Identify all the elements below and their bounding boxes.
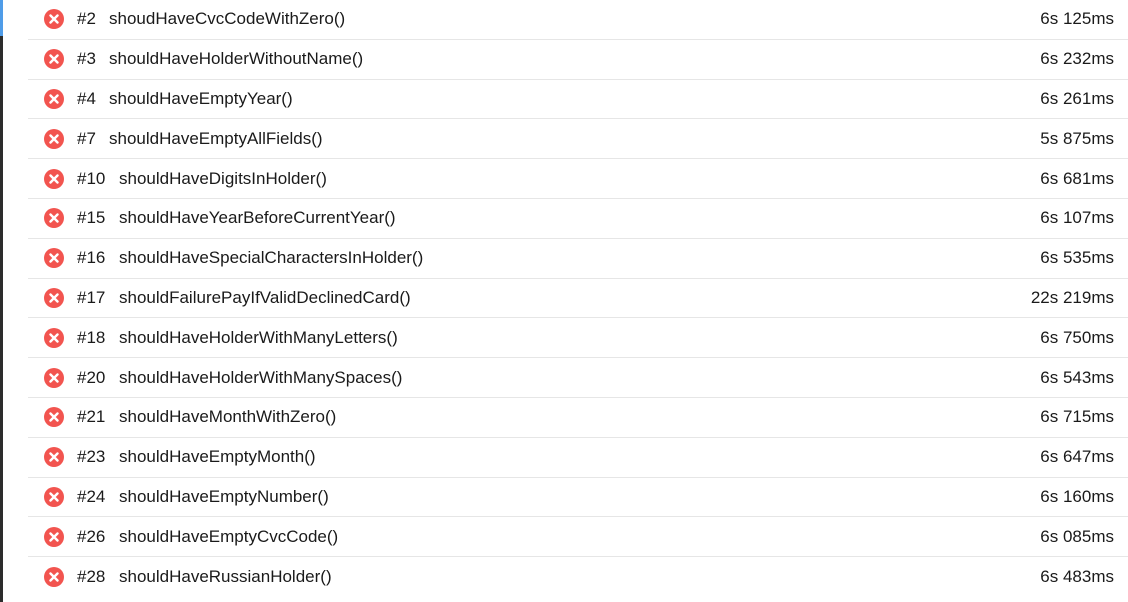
- test-order: #10: [77, 168, 106, 188]
- test-duration: 5s 875ms: [1040, 128, 1114, 148]
- selected-indicator: [0, 0, 3, 36]
- test-row[interactable]: #26 shouldHaveEmptyCvcCode() 6s 085ms: [28, 517, 1128, 558]
- test-name: shouldHaveEmptyNumber(): [119, 486, 329, 506]
- failed-icon: [44, 208, 64, 229]
- test-order: #26: [77, 526, 106, 546]
- test-order: #21: [77, 407, 106, 427]
- test-row[interactable]: #16 shouldHaveSpecialCharactersInHolder(…: [28, 239, 1128, 279]
- test-row[interactable]: #20 shouldHaveHolderWithManySpaces() 6s …: [28, 358, 1128, 398]
- test-name: shouldHaveYearBeforeCurrentYear(): [119, 208, 396, 228]
- test-row[interactable]: #3 shouldHaveHolderWithoutName() 6s 232m…: [28, 40, 1128, 80]
- test-order: #17: [77, 287, 106, 307]
- failed-icon: [44, 49, 64, 70]
- test-order: #4: [77, 88, 96, 108]
- test-duration: 22s 219ms: [1030, 287, 1114, 307]
- left-rail: [0, 0, 3, 602]
- test-duration: 6s 681ms: [1040, 168, 1114, 188]
- test-duration: 6s 160ms: [1040, 486, 1114, 506]
- failed-icon: [44, 168, 64, 189]
- test-row[interactable]: #15 shouldHaveYearBeforeCurrentYear() 6s…: [28, 199, 1128, 239]
- test-name: shouldHaveEmptyAllFields(): [109, 128, 323, 148]
- test-order: #24: [77, 486, 106, 506]
- test-duration: 6s 543ms: [1040, 367, 1114, 387]
- failed-icon: [44, 367, 64, 388]
- test-order: #28: [77, 567, 106, 587]
- failed-icon: [44, 447, 64, 468]
- test-name: shoudHaveCvcCodeWithZero(): [109, 9, 346, 29]
- test-order: #16: [77, 248, 106, 268]
- test-order: #7: [77, 128, 96, 148]
- test-duration: 6s 647ms: [1040, 447, 1114, 467]
- test-duration: 6s 125ms: [1040, 9, 1114, 29]
- test-order: #18: [77, 327, 106, 347]
- test-order: #23: [77, 447, 106, 467]
- failed-icon: [44, 88, 64, 109]
- test-row[interactable]: #17 shouldFailurePayIfValidDeclinedCard(…: [28, 279, 1128, 319]
- test-order: #20: [77, 367, 106, 387]
- test-row[interactable]: #24 shouldHaveEmptyNumber() 6s 160ms: [28, 478, 1128, 518]
- test-row[interactable]: #7 shouldHaveEmptyAllFields() 5s 875ms: [28, 119, 1128, 160]
- test-name: shouldHaveEmptyYear(): [109, 88, 293, 108]
- failed-icon: [44, 327, 64, 348]
- test-order: #3: [77, 49, 96, 69]
- test-name: shouldHaveEmptyMonth(): [119, 447, 316, 467]
- test-name: shouldHaveHolderWithManyLetters(): [119, 327, 398, 347]
- failed-icon: [44, 486, 64, 507]
- test-name: shouldHaveDigitsInHolder(): [119, 168, 327, 188]
- test-name: shouldHaveEmptyCvcCode(): [119, 526, 339, 546]
- failed-icon: [44, 128, 64, 149]
- test-row[interactable]: #28 shouldHaveRussianHolder() 6s 483ms: [28, 557, 1128, 597]
- test-duration: 6s 483ms: [1040, 567, 1114, 587]
- test-duration: 6s 232ms: [1040, 49, 1114, 69]
- test-row[interactable]: #23 shouldHaveEmptyMonth() 6s 647ms: [28, 438, 1128, 478]
- failed-icon: [44, 407, 64, 428]
- test-order: #15: [77, 208, 106, 228]
- test-name: shouldHaveSpecialCharactersInHolder(): [119, 248, 424, 268]
- failed-icon: [44, 9, 64, 30]
- test-duration: 6s 535ms: [1040, 248, 1114, 268]
- test-order: #2: [77, 9, 96, 29]
- test-name: shouldHaveRussianHolder(): [119, 567, 332, 587]
- test-results-list: #2 shoudHaveCvcCodeWithZero() 6s 125ms #…: [28, 0, 1128, 597]
- test-duration: 6s 750ms: [1040, 327, 1114, 347]
- failed-icon: [44, 567, 64, 588]
- test-name: shouldHaveHolderWithoutName(): [109, 49, 364, 69]
- test-name: shouldHaveMonthWithZero(): [119, 407, 337, 427]
- test-row[interactable]: #10 shouldHaveDigitsInHolder() 6s 681ms: [28, 159, 1128, 199]
- test-duration: 6s 085ms: [1040, 526, 1114, 546]
- test-duration: 6s 261ms: [1040, 88, 1114, 108]
- test-name: shouldHaveHolderWithManySpaces(): [119, 367, 403, 387]
- test-row[interactable]: #2 shoudHaveCvcCodeWithZero() 6s 125ms: [28, 0, 1128, 40]
- test-row[interactable]: #21 shouldHaveMonthWithZero() 6s 715ms: [28, 398, 1128, 438]
- test-name: shouldFailurePayIfValidDeclinedCard(): [119, 287, 411, 307]
- failed-icon: [44, 287, 64, 308]
- failed-icon: [44, 526, 64, 547]
- test-row[interactable]: #18 shouldHaveHolderWithManyLetters() 6s…: [28, 318, 1128, 359]
- test-duration: 6s 715ms: [1040, 407, 1114, 427]
- test-duration: 6s 107ms: [1040, 208, 1114, 228]
- test-row[interactable]: #4 shouldHaveEmptyYear() 6s 261ms: [28, 80, 1128, 120]
- failed-icon: [44, 248, 64, 269]
